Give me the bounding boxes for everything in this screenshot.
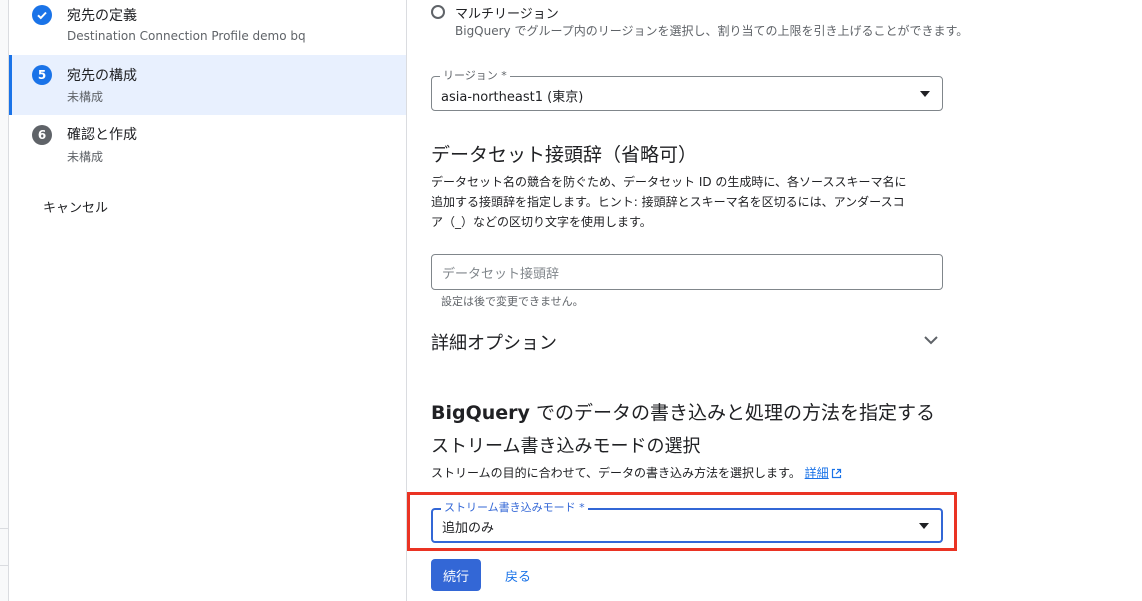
- step-number: 6: [32, 125, 52, 145]
- write-section-heading-text: でのデータの書き込みと処理の方法を指定する: [529, 402, 935, 424]
- step-subtitle: 未構成: [67, 150, 104, 164]
- write-mode-value: 追加のみ: [442, 521, 495, 536]
- main-panel: マルチリージョン BigQuery でグループ内のリージョンを選択し、割り当ての…: [407, 0, 1142, 601]
- dataset-prefix-input[interactable]: データセット接頭辞: [431, 254, 943, 290]
- region-value: asia-northeast1 (東京): [441, 90, 584, 105]
- dataset-prefix-hint: 設定は後で変更できません。: [441, 295, 584, 308]
- write-mode-label: ストリーム書き込みモード *: [441, 501, 588, 515]
- region-select[interactable]: リージョン * asia-northeast1 (東京): [431, 69, 943, 111]
- dataset-prefix-heading: データセット接頭辞（省略可）: [431, 144, 698, 166]
- region-label: リージョン *: [440, 69, 510, 83]
- learn-more-link[interactable]: 詳細: [805, 466, 829, 480]
- write-mode-select[interactable]: ストリーム書き込みモード * 追加のみ: [431, 501, 943, 543]
- cancel-button[interactable]: キャンセル: [43, 197, 108, 216]
- step-subtitle: Destination Connection Profile demo bq: [67, 29, 306, 43]
- step-title: 宛先の構成: [67, 68, 137, 84]
- rail-divider: [0, 528, 8, 566]
- check-icon: [32, 5, 52, 25]
- dropdown-arrow-icon: [919, 522, 929, 529]
- left-rail: [0, 0, 9, 601]
- dataset-prefix-desc-2: 追加する接頭辞を指定します。ヒント: 接頭辞とスキーマ名を区切るには、アンダース…: [431, 195, 905, 209]
- step-number: 5: [32, 65, 52, 85]
- step-configure-destination[interactable]: 5 宛先の構成 未構成: [9, 55, 406, 115]
- write-mode-description: ストリームの目的に合わせて、データの書き込み方法を選択します。 詳細: [431, 463, 842, 483]
- step-subtitle: 未構成: [67, 90, 104, 104]
- step-title: 確認と作成: [67, 127, 137, 143]
- dataset-prefix-placeholder: データセット接頭辞: [442, 267, 560, 282]
- multi-region-description: BigQuery でグループ内のリージョンを選択し、割り当ての上限を引き上げるこ…: [455, 24, 969, 38]
- write-mode-desc-text: ストリームの目的に合わせて、データの書き込み方法を選択します。: [431, 466, 801, 480]
- back-button[interactable]: 戻る: [505, 566, 531, 585]
- stepper-sidebar: 宛先の定義 Destination Connection Profile dem…: [9, 0, 407, 601]
- continue-button[interactable]: 続行: [431, 559, 481, 591]
- advanced-options-toggle[interactable]: 詳細オプション: [431, 326, 943, 356]
- dataset-prefix-desc-1: データセット名の競合を防ぐため、データセット ID の生成時に、各ソーススキーマ…: [431, 175, 907, 189]
- dataset-prefix-desc-3: ア（_）などの区切り文字を使用します。: [431, 215, 652, 229]
- write-mode-subheading: ストリーム書き込みモードの選択: [431, 436, 701, 457]
- chevron-down-icon: [924, 336, 938, 345]
- external-link-icon: [831, 468, 841, 479]
- advanced-options-label: 詳細オプション: [431, 333, 557, 354]
- bigquery-brand: BigQuery: [431, 402, 530, 424]
- step-title: 宛先の定義: [67, 8, 137, 24]
- multi-region-label: マルチリージョン: [455, 7, 559, 22]
- step-define-destination[interactable]: 宛先の定義 Destination Connection Profile dem…: [9, 0, 406, 50]
- step-review-create[interactable]: 6 確認と作成 未構成: [9, 115, 406, 175]
- dropdown-arrow-icon: [920, 90, 930, 97]
- multi-region-radio[interactable]: [431, 5, 445, 19]
- write-section-heading: BigQuery でのデータの書き込みと処理の方法を指定する: [431, 398, 935, 425]
